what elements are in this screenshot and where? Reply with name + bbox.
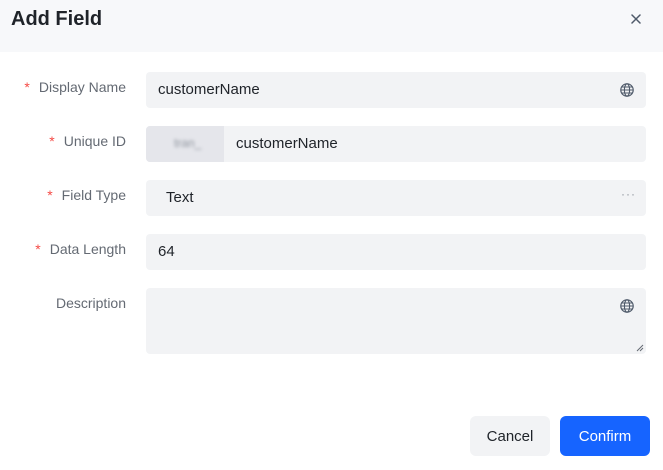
description-label: Description — [55, 295, 126, 311]
confirm-button[interactable]: Confirm — [560, 416, 650, 456]
globe-icon[interactable] — [619, 298, 635, 314]
display-name-input[interactable]: customerName — [146, 72, 646, 108]
required-mark: * — [49, 133, 55, 149]
required-mark: * — [47, 187, 53, 203]
dialog-title: Add Field — [11, 8, 103, 30]
display-name-value: customerName — [158, 81, 260, 98]
unique-id-prefix-text: tran_ — [174, 136, 202, 150]
unique-id-label: * Unique ID — [49, 133, 126, 149]
resize-handle-icon[interactable] — [636, 344, 644, 352]
field-type-label: * Field Type — [47, 187, 126, 203]
required-mark: * — [35, 241, 41, 257]
globe-icon[interactable] — [619, 82, 635, 98]
data-length-input[interactable]: 64 — [146, 234, 646, 270]
field-type-select[interactable]: Text ··· — [146, 180, 646, 216]
unique-id-prefix: tran_ — [146, 126, 224, 162]
cancel-button[interactable]: Cancel — [470, 416, 550, 456]
description-textarea[interactable] — [146, 288, 646, 354]
field-type-value: Text — [166, 189, 194, 206]
data-length-label: * Data Length — [35, 241, 126, 257]
close-icon[interactable] — [627, 10, 645, 28]
required-mark: * — [24, 79, 30, 95]
unique-id-value: customerName — [236, 135, 338, 152]
unique-id-input[interactable]: tran_ customerName — [146, 126, 646, 162]
display-name-label: * Display Name — [24, 79, 126, 95]
data-length-value: 64 — [158, 243, 175, 260]
more-icon[interactable]: ··· — [621, 187, 636, 201]
dialog-header: Add Field — [0, 0, 663, 52]
